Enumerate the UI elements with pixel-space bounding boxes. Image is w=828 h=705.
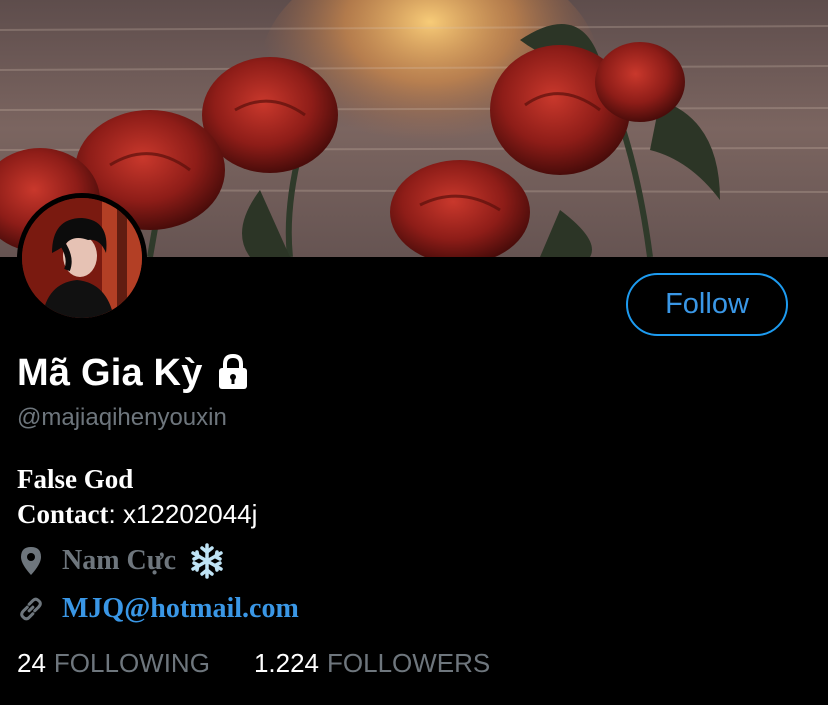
followers-stat[interactable]: 1.224 FOLLOWERS	[254, 648, 490, 679]
follow-button[interactable]: Follow	[626, 273, 788, 336]
snowflake-icon	[188, 542, 226, 580]
link-icon	[17, 592, 45, 626]
display-name: Mã Gia Kỳ	[17, 351, 203, 394]
follow-button-label: Follow	[665, 288, 749, 320]
profile-link-row: MJQ@hotmail.com	[17, 592, 299, 626]
following-count: 24	[17, 648, 46, 678]
profile-bio: False God Contact: x12202044j	[17, 462, 257, 532]
followers-count: 1.224	[253, 648, 320, 678]
avatar[interactable]	[17, 193, 147, 323]
profile-location: Nam Cực	[17, 542, 226, 580]
avatar-image	[22, 198, 142, 318]
profile-link[interactable]: MJQ@hotmail.com	[62, 593, 299, 625]
contact-label: Contact	[17, 499, 109, 529]
follow-stats: 24 FOLLOWING 1.224 FOLLOWERS	[17, 648, 490, 679]
following-stat[interactable]: 24 FOLLOWING	[17, 648, 210, 679]
display-name-row: Mã Gia Kỳ	[17, 350, 253, 396]
location-text: Nam Cực	[62, 545, 176, 576]
contact-separator: :	[108, 499, 116, 529]
location-pin-icon	[17, 544, 45, 578]
following-label: FOLLOWING	[53, 648, 210, 678]
bio-contact-line: Contact: x12202044j	[17, 497, 257, 532]
bio-line: False God	[17, 464, 134, 494]
followers-label: FOLLOWERS	[327, 648, 491, 678]
contact-value: x12202044j	[115, 499, 258, 529]
username-handle: @majiaqihenyouxin	[17, 404, 227, 431]
lock-icon	[213, 351, 253, 391]
